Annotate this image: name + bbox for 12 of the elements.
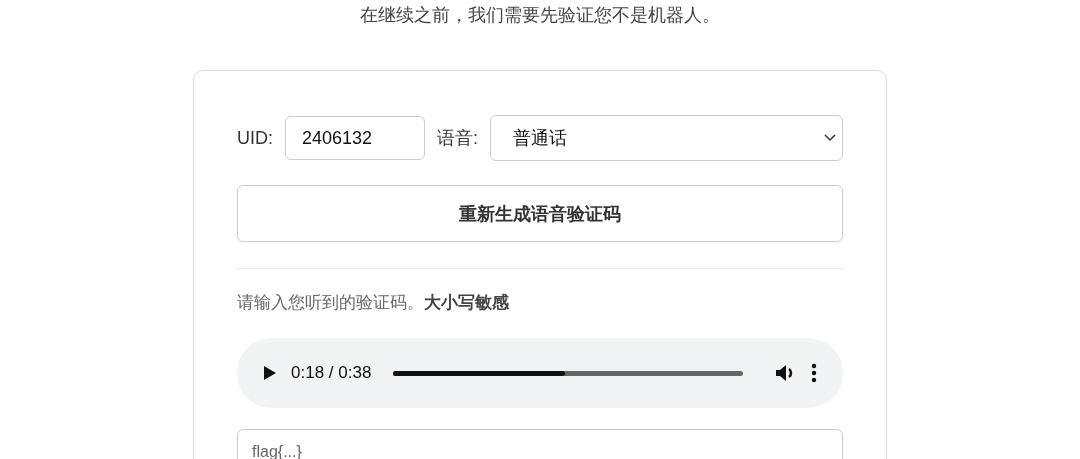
uid-label: UID: (237, 127, 273, 149)
audio-time: 0:18 / 0:38 (291, 363, 372, 383)
voice-dropdown[interactable]: 普通话 (490, 115, 843, 161)
chevron-down-icon (824, 134, 836, 142)
play-icon[interactable] (263, 365, 277, 381)
regenerate-button[interactable]: 重新生成语音验证码 (237, 185, 843, 242)
hint-text: 请输入您听到的验证码。大小写敏感 (237, 292, 510, 314)
more-options-icon[interactable] (811, 363, 817, 383)
progress-track[interactable] (393, 370, 743, 376)
intro-text: 在继续之前，我们需要先验证您不是机器人。 (360, 4, 720, 27)
uid-field[interactable]: 2406132 (285, 116, 425, 160)
voice-label: 语音: (437, 127, 478, 150)
